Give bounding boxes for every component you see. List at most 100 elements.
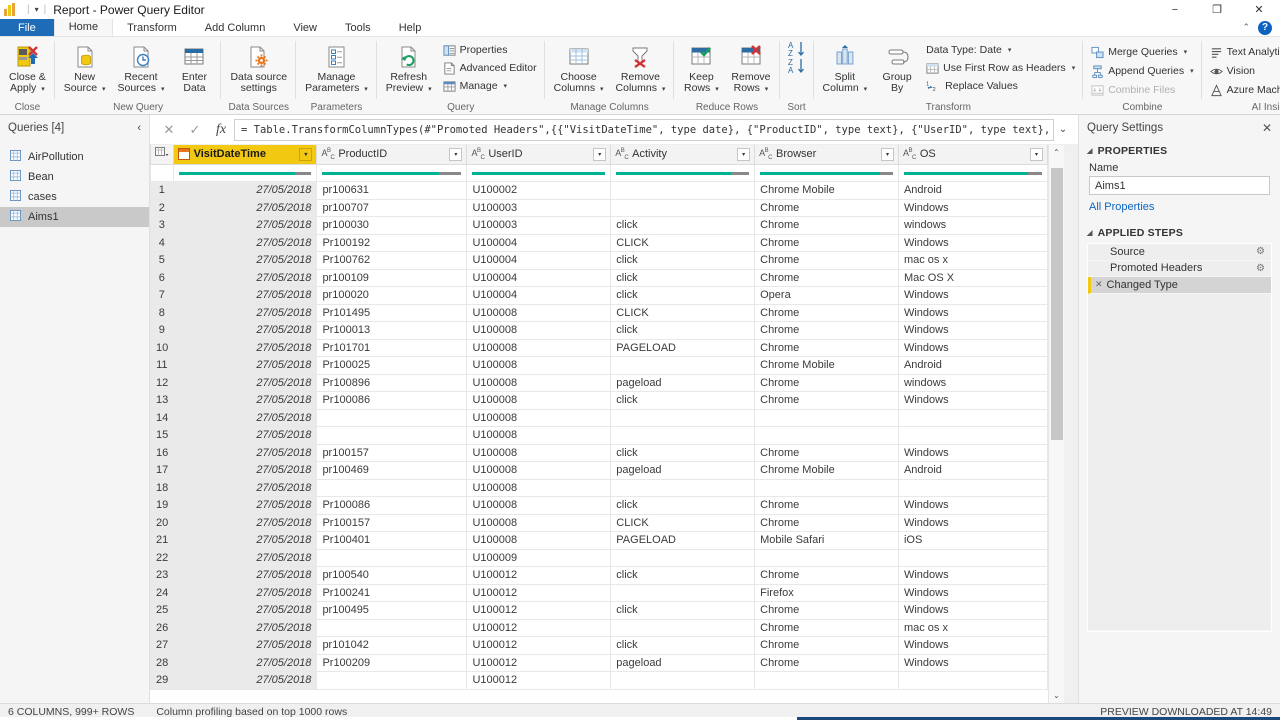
cell-os[interactable]: Windows [897,198,1048,217]
cell-os[interactable]: Android [897,356,1048,375]
cell-activity[interactable]: click [610,601,756,620]
cell-userid[interactable]: U100008 [466,303,612,322]
remove-rows-button[interactable]: Remove Rows ▾ [726,40,775,95]
cell-productid[interactable]: pr101042 [316,636,468,655]
cell-activity[interactable]: click [610,251,756,270]
row-number-cell[interactable]: 3 [150,216,174,235]
row-number-cell[interactable]: 20 [150,513,174,532]
cell-visitdatetime[interactable]: 27/05/2018 [172,653,318,672]
cell-productid[interactable]: Pr100157 [316,513,468,532]
cell-userid[interactable]: U100008 [466,373,612,392]
table-row[interactable]: 18 27/05/2018 U100008 [150,478,1048,497]
table-row[interactable]: 27 27/05/2018 pr101042 U100012 click Chrome Wi… [150,636,1048,655]
manage-button[interactable]: Manage ▾ [439,78,541,94]
column-filter-icon[interactable]: ▾ [1030,147,1043,161]
table-row[interactable]: 12 27/05/2018 Pr100896 U100008 pageload Chrom… [150,373,1048,392]
tab-add-column[interactable]: Add Column [191,19,280,36]
advanced-editor-button[interactable]: Advanced Editor [439,60,541,76]
cell-browser[interactable]: Chrome [754,601,899,620]
cell-os[interactable] [897,408,1048,427]
cell-activity[interactable]: click [610,566,756,585]
cell-productid[interactable] [316,478,468,497]
table-row[interactable]: 2 27/05/2018 pr100707 U100003 Chrome Windows [150,198,1048,217]
column-filter-icon[interactable]: ▾ [299,147,313,161]
cell-productid[interactable]: pr100495 [316,601,468,620]
cell-activity[interactable]: click [610,321,756,340]
row-number-cell[interactable]: 21 [150,531,174,550]
table-row[interactable]: 4 27/05/2018 Pr100192 U100004 CLICK Chrome Win… [150,233,1048,252]
cell-userid[interactable]: U100008 [466,478,612,497]
cell-visitdatetime[interactable]: 27/05/2018 [172,251,318,270]
vertical-scrollbar[interactable]: ⌃ ⌄ [1048,145,1064,703]
cell-userid[interactable]: U100008 [466,443,612,462]
keep-rows-button[interactable]: Keep Rows ▾ [678,40,724,95]
cell-browser[interactable]: Chrome [754,513,899,532]
cell-userid[interactable]: U100008 [466,513,612,532]
cell-os[interactable]: Windows [897,601,1048,620]
cell-visitdatetime[interactable]: 27/05/2018 [172,373,318,392]
cell-userid[interactable]: U100008 [466,356,612,375]
query-item-aims1[interactable]: Aims1 [0,207,149,227]
cell-os[interactable]: mac os x [897,251,1048,270]
vision-button[interactable]: Vision [1206,63,1280,79]
cell-os[interactable]: Windows [897,321,1048,340]
table-row[interactable]: 7 27/05/2018 pr100020 U100004 click Opera Wind… [150,286,1048,305]
cell-activity[interactable] [610,478,756,497]
cell-productid[interactable]: Pr100086 [316,391,468,410]
scrollbar-thumb[interactable] [1050,168,1063,440]
cell-visitdatetime[interactable]: 27/05/2018 [172,356,318,375]
tab-help[interactable]: Help [385,19,436,36]
table-row[interactable]: 17 27/05/2018 pr100469 U100008 pageload Chrom… [150,461,1048,480]
cell-productid[interactable]: pr100540 [316,566,468,585]
cell-os[interactable]: windows [897,216,1048,235]
cell-userid[interactable]: U100004 [466,268,612,287]
applied-step-changed-type[interactable]: ✕ Changed Type [1088,277,1271,294]
tab-view[interactable]: View [279,19,331,36]
tab-home[interactable]: Home [53,19,114,36]
cell-userid[interactable]: U100012 [466,653,612,672]
cell-userid[interactable]: U100012 [466,583,612,602]
cell-browser[interactable] [754,671,899,690]
row-number-cell[interactable]: 23 [150,566,174,585]
row-number-cell[interactable]: 29 [150,671,174,690]
row-number-cell[interactable]: 1 [150,181,174,200]
cell-browser[interactable]: Chrome [754,636,899,655]
formula-input[interactable]: = Table.TransformColumnTypes(#"Promoted … [234,118,1054,141]
cell-userid[interactable]: U100004 [466,233,612,252]
cell-visitdatetime[interactable]: 27/05/2018 [172,496,318,515]
cell-os[interactable]: Mac OS X [897,268,1048,287]
cell-productid[interactable]: Pr101701 [316,338,468,357]
refresh-preview-button[interactable]: Refresh Preview ▾ [381,40,437,95]
cell-productid[interactable]: pr100109 [316,268,468,287]
cell-productid[interactable]: Pr100192 [316,233,468,252]
cell-activity[interactable]: click [610,443,756,462]
table-row[interactable]: 10 27/05/2018 Pr101701 U100008 PAGELOAD Chrom… [150,338,1048,357]
row-number-cell[interactable]: 16 [150,443,174,462]
table-row[interactable]: 24 27/05/2018 Pr100241 U100012 Firefox Window… [150,583,1048,602]
column-header-userid[interactable]: ABC UserID ▾ [466,145,612,165]
group-by-button[interactable]: Group By [874,40,920,94]
all-properties-link[interactable]: All Properties [1079,195,1280,219]
cell-browser[interactable]: Firefox [754,583,899,602]
cell-activity[interactable]: click [610,286,756,305]
table-row[interactable]: 28 27/05/2018 Pr100209 U100012 pageload Chrom… [150,653,1048,672]
quick-access-caret-icon[interactable]: ▾ [35,5,39,14]
cell-userid[interactable]: U100008 [466,426,612,445]
cell-userid[interactable]: U100012 [466,566,612,585]
table-row[interactable]: 9 27/05/2018 Pr100013 U100008 click Chrome Win… [150,321,1048,340]
cell-productid[interactable] [316,618,468,637]
cell-productid[interactable]: Pr100086 [316,496,468,515]
cell-os[interactable]: Windows [897,338,1048,357]
cell-userid[interactable]: U100004 [466,286,612,305]
cell-os[interactable]: windows [897,373,1048,392]
cell-os[interactable]: iOS [897,531,1048,550]
cell-browser[interactable]: Chrome [754,391,899,410]
table-row[interactable]: 14 27/05/2018 U100008 [150,408,1048,427]
formula-cancel-button[interactable]: ✕ [156,119,182,141]
combine-files-button[interactable]: Combine Files [1087,82,1197,98]
cell-visitdatetime[interactable]: 27/05/2018 [172,338,318,357]
cell-activity[interactable]: pageload [610,373,756,392]
column-filter-icon[interactable]: ▾ [880,147,894,161]
column-header-visitdatetime[interactable]: VisitDateTime ▾ [172,145,318,165]
cell-os[interactable]: Android [897,461,1048,480]
